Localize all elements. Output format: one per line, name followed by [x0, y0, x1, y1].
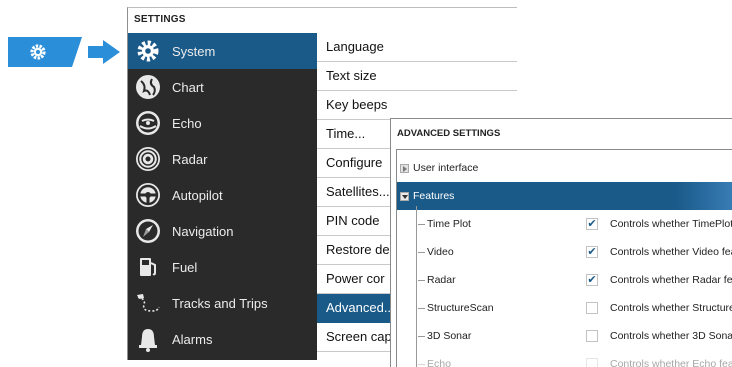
- feature-name: StructureScan: [418, 302, 494, 314]
- nav-item-alarms[interactable]: Alarms: [128, 321, 317, 357]
- pointer-graphic: [8, 37, 120, 67]
- feature-description: Controls whether StructureSca: [610, 302, 732, 314]
- nav-item-echo[interactable]: Echo: [128, 105, 317, 141]
- menu-item-key-beeps[interactable]: Key beeps: [317, 91, 517, 120]
- feature-row-video: Video ✔ Controls whether Video featur: [397, 238, 732, 266]
- nav-item-navigation[interactable]: Navigation: [128, 213, 317, 249]
- alarm-bell-icon: [139, 329, 157, 352]
- feature-name: Video: [418, 246, 454, 258]
- feature-row-echo: Echo Controls whether Echo feature: [397, 350, 732, 367]
- feature-checkbox[interactable]: [586, 330, 598, 342]
- feature-checkbox[interactable]: ✔: [586, 246, 598, 258]
- feature-checkbox[interactable]: [586, 358, 598, 367]
- nav-label: Tracks and Trips: [172, 295, 268, 311]
- feature-description: Controls whether Video featur: [610, 246, 732, 258]
- feature-row-radar: Radar ✔ Controls whether Radar featur: [397, 266, 732, 294]
- tracks-icon: [137, 294, 160, 312]
- nav-label: Chart: [172, 79, 204, 95]
- feature-row-3d-sonar: 3D Sonar Controls whether 3D Sonar fe: [397, 322, 732, 350]
- expand-open-icon[interactable]: [400, 191, 409, 201]
- tree-group-features[interactable]: Features: [397, 182, 732, 210]
- gear-icon: [137, 40, 159, 62]
- feature-row-time-plot: Time Plot ✔ Controls whether TimePlot fe…: [397, 210, 732, 238]
- fuel-icon: [140, 258, 156, 276]
- advanced-settings-title: ADVANCED SETTINGS: [397, 128, 501, 139]
- menu-item-text-size[interactable]: Text size: [317, 62, 517, 91]
- feature-name: 3D Sonar: [417, 330, 472, 342]
- feature-checkbox[interactable]: [586, 302, 598, 314]
- chart-icon: [136, 75, 160, 99]
- echo-icon: [136, 111, 160, 135]
- radar-icon: [136, 147, 160, 171]
- feature-description: Controls whether TimePlot fea: [610, 218, 732, 230]
- feature-description: Controls whether 3D Sonar fe: [610, 330, 732, 342]
- nav-item-system[interactable]: System: [128, 33, 317, 69]
- group-label: Features: [413, 190, 455, 202]
- nav-item-fuel[interactable]: Fuel: [128, 249, 317, 285]
- advanced-settings-window: ADVANCED SETTINGS User interface Feature…: [390, 118, 732, 367]
- tree-group-user-interface[interactable]: User interface: [397, 154, 732, 182]
- group-label: User interface: [413, 162, 479, 174]
- navigation-icon: [136, 219, 160, 243]
- feature-checkbox[interactable]: ✔: [586, 274, 598, 286]
- nav-label: Fuel: [172, 259, 198, 275]
- nav-label: System: [172, 43, 216, 59]
- autopilot-icon: [136, 183, 160, 207]
- feature-description: Controls whether Radar featur: [610, 274, 732, 286]
- feature-row-structurescan: StructureScan Controls whether Structure…: [397, 294, 732, 322]
- advanced-settings-tree: User interface Features Time Plot ✔ Cont…: [396, 149, 732, 367]
- settings-sidebar: System Chart Echo Radar Autopilot Naviga…: [128, 33, 317, 360]
- feature-name: Radar: [418, 274, 456, 286]
- nav-item-tracks-and-trips[interactable]: Tracks and Trips: [128, 285, 317, 321]
- feature-name: Echo: [418, 358, 451, 367]
- nav-item-autopilot[interactable]: Autopilot: [128, 177, 317, 213]
- nav-item-radar[interactable]: Radar: [128, 141, 317, 177]
- nav-label: Radar: [172, 151, 208, 167]
- nav-item-chart[interactable]: Chart: [128, 69, 317, 105]
- expand-collapsed-icon[interactable]: [400, 163, 409, 173]
- feature-checkbox[interactable]: ✔: [586, 218, 598, 230]
- arrow-right-icon: [88, 40, 120, 64]
- settings-title: SETTINGS: [134, 14, 186, 25]
- nav-label: Alarms: [172, 331, 213, 347]
- nav-label: Echo: [172, 115, 202, 131]
- menu-item-language[interactable]: Language: [317, 33, 517, 62]
- nav-label: Navigation: [172, 223, 234, 239]
- feature-description: Controls whether Echo feature: [610, 358, 732, 367]
- feature-name: Time Plot: [418, 218, 471, 230]
- nav-label: Autopilot: [172, 187, 223, 203]
